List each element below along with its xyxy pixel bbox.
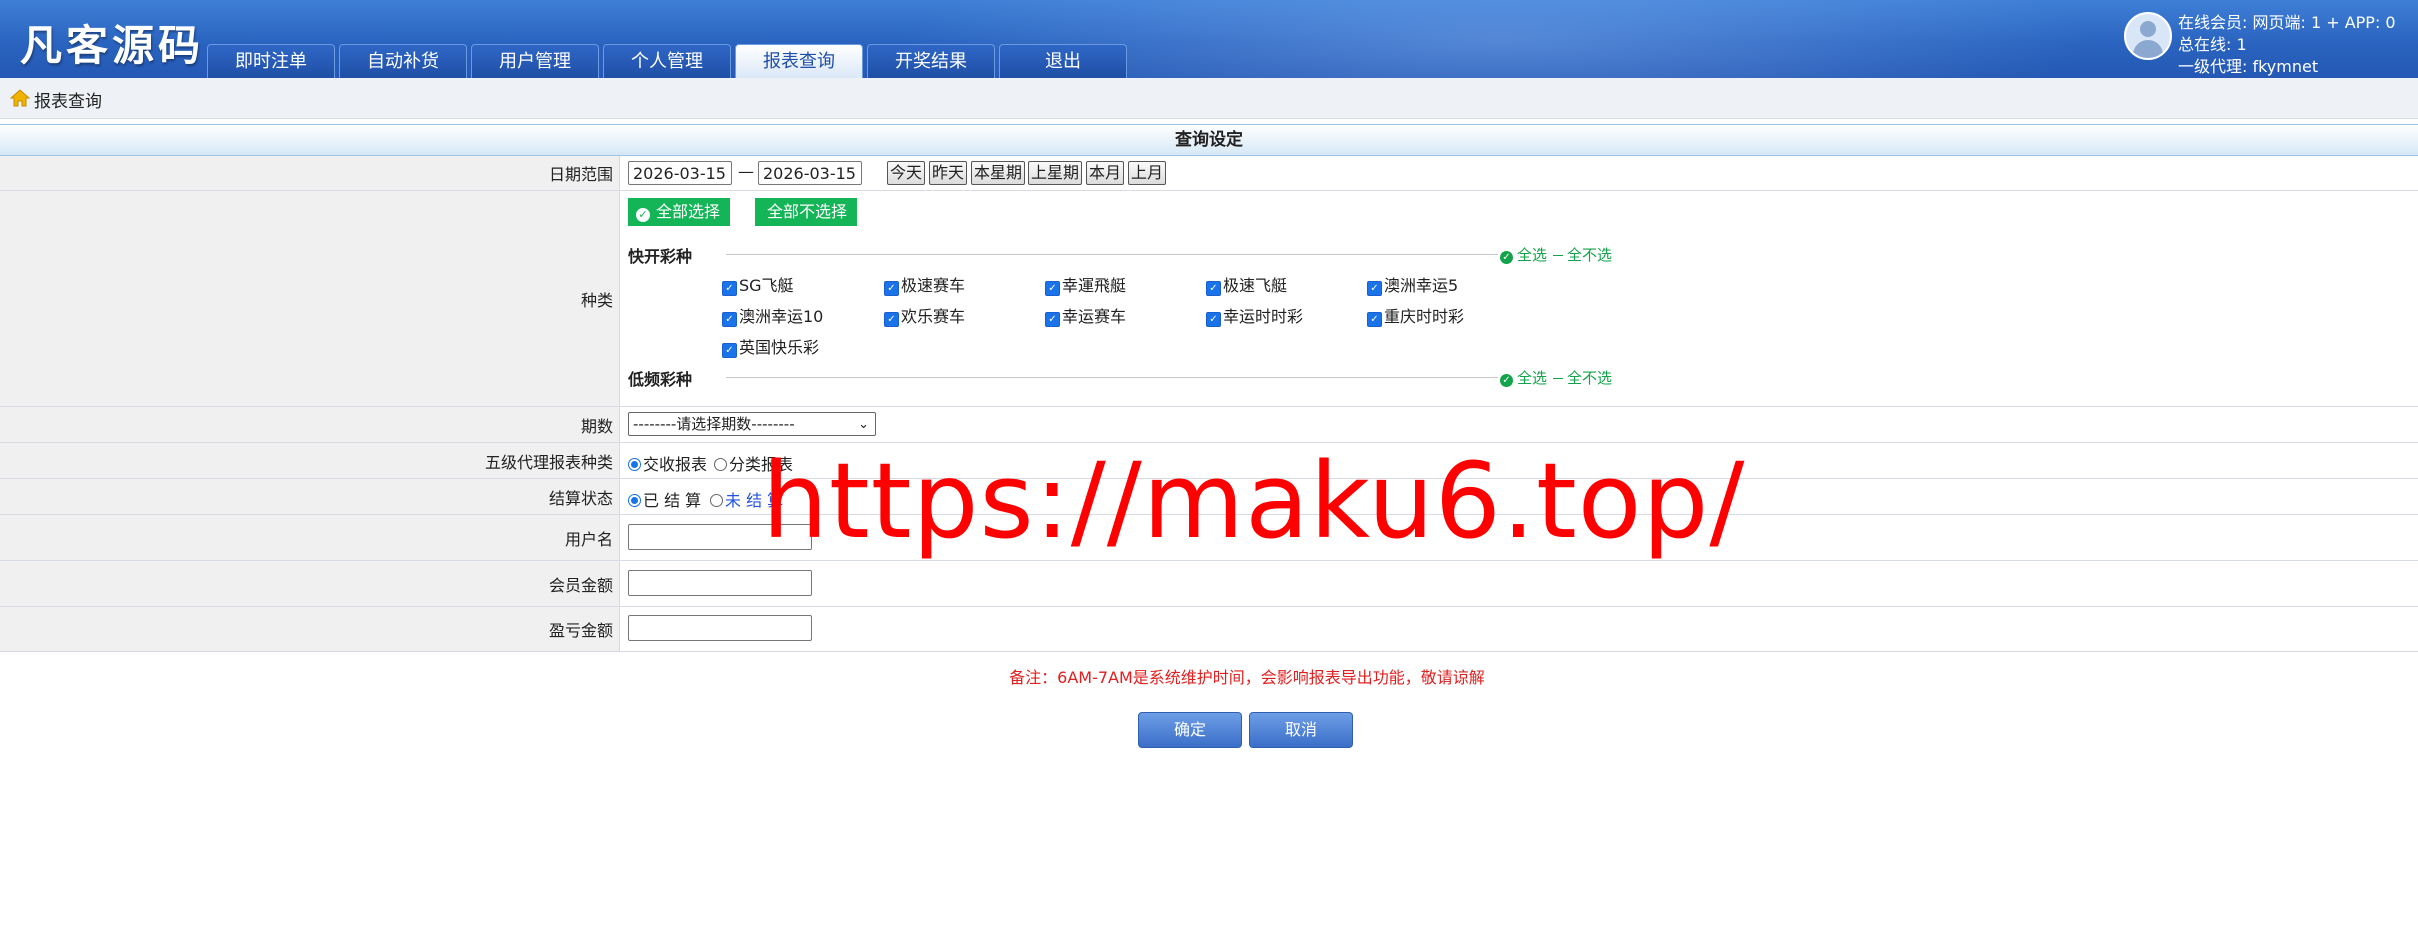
top-header: 凡客源码 即时注单 自动补货 用户管理 个人管理 报表查询 开奖结果 退出 在线…	[0, 0, 2418, 78]
lottery-checkbox[interactable]: ✓ 重庆时时彩	[1367, 303, 1464, 327]
username-label: 用户名	[0, 515, 620, 560]
nav-tab-personal-management[interactable]: 个人管理	[603, 44, 731, 78]
chevron-down-icon: ⌄	[858, 417, 869, 432]
report-type-radio-settlement[interactable]: 交收报表	[628, 451, 707, 475]
checkbox-checked-icon: ✓	[1367, 281, 1382, 296]
lottery-checkbox[interactable]: ✓ 幸運飛艇	[1045, 272, 1126, 296]
report-type-label: 五级代理报表种类	[0, 443, 620, 478]
group-low-select-none[interactable]: 全不选	[1547, 369, 1612, 387]
total-online-text: 总在线: 1	[2178, 35, 2247, 54]
date-range-label: 日期范围	[0, 156, 620, 190]
profit-amount-input[interactable]	[628, 615, 812, 641]
nav-tab-logout[interactable]: 退出	[999, 44, 1127, 78]
checkbox-checked-icon: ✓	[722, 312, 737, 327]
check-circle-icon: ✓	[636, 208, 650, 222]
member-amount-input[interactable]	[628, 570, 812, 596]
breadcrumb-label[interactable]: 报表查询	[34, 87, 102, 112]
profit-amount-row: 盈亏金额	[0, 607, 2418, 652]
group-low-select-all[interactable]: ✓ 全选	[1500, 369, 1547, 387]
type-row: 种类 ✓ 全部选择 全部不选择 快开彩种 ✓ 全选 全不选 ✓ SG飞艇 ✓ 极速赛车 ✓…	[0, 191, 2418, 407]
checkbox-checked-icon: ✓	[1045, 281, 1060, 296]
member-amount-label: 会员金额	[0, 561, 620, 606]
nav-tab-user-management[interactable]: 用户管理	[471, 44, 599, 78]
lottery-checkbox[interactable]: ✓ 澳洲幸运5	[1367, 272, 1458, 296]
lottery-checkbox[interactable]: ✓ 幸运赛车	[1045, 303, 1126, 327]
quick-yesterday-button[interactable]: 昨天	[929, 161, 968, 185]
agent-name-text: 一级代理: fkymnet	[2178, 57, 2319, 76]
checkbox-checked-icon: ✓	[1367, 312, 1382, 327]
quick-today-button[interactable]: 今天	[887, 161, 926, 185]
group-low-select-controls: ✓ 全选 全不选	[1500, 367, 1612, 388]
date-to-input[interactable]	[758, 161, 862, 185]
radio-empty-icon	[710, 494, 723, 507]
online-members-text: 在线会员: 网页端: 1 + APP: 0	[2178, 13, 2396, 32]
group-fast-select-all[interactable]: ✓ 全选	[1500, 246, 1547, 264]
group-divider	[726, 254, 1498, 255]
nav-tab-auto-replenish[interactable]: 自动补货	[339, 44, 467, 78]
cancel-button[interactable]: 取消	[1249, 712, 1353, 748]
settle-status-label: 结算状态	[0, 479, 620, 514]
group-title-low-frequency: 低频彩种	[628, 370, 693, 389]
confirm-button[interactable]: 确定	[1138, 712, 1242, 748]
period-select-value: --------请选择期数--------	[633, 415, 795, 433]
quick-this-month-button[interactable]: 本月	[1086, 161, 1125, 185]
watermark-url: https://maku6.top/	[762, 440, 1746, 562]
type-label: 种类	[0, 191, 620, 406]
lottery-checkbox[interactable]: ✓ 极速赛车	[884, 272, 965, 296]
lottery-checkbox[interactable]: ✓ 澳洲幸运10	[722, 303, 823, 327]
profit-amount-label: 盈亏金额	[0, 607, 620, 651]
date-separator: —	[738, 162, 754, 181]
quick-last-week-button[interactable]: 上星期	[1028, 161, 1083, 185]
radio-selected-icon	[628, 458, 641, 471]
period-row: 期数 --------请选择期数-------- ⌄	[0, 407, 2418, 443]
period-label: 期数	[0, 407, 620, 442]
lottery-checkbox[interactable]: ✓ 极速飞艇	[1206, 272, 1287, 296]
period-select[interactable]: --------请选择期数-------- ⌄	[628, 412, 876, 436]
date-from-input[interactable]	[628, 161, 732, 185]
user-avatar-icon	[2124, 12, 2172, 60]
quick-this-week-button[interactable]: 本星期	[971, 161, 1026, 185]
section-title: 查询设定	[0, 124, 2418, 156]
checkbox-checked-icon: ✓	[884, 281, 899, 296]
checkbox-checked-icon: ✓	[884, 312, 899, 327]
group-fast-select-controls: ✓ 全选 全不选	[1500, 244, 1612, 265]
site-logo: 凡客源码	[20, 21, 205, 70]
nav-tab-instant-bets[interactable]: 即时注单	[207, 44, 335, 78]
lottery-checkbox[interactable]: ✓ 欢乐赛车	[884, 303, 965, 327]
maintenance-note: 备注：6AM-7AM是系统维护时间，会影响报表导出功能，敬请谅解	[1009, 668, 1485, 687]
checkbox-checked-icon: ✓	[722, 343, 737, 358]
quick-last-month-button[interactable]: 上月	[1128, 161, 1167, 185]
group-divider	[726, 377, 1498, 378]
lottery-checkbox[interactable]: ✓ SG飞艇	[722, 272, 794, 296]
check-circle-icon: ✓	[1500, 251, 1513, 264]
checkbox-checked-icon: ✓	[1206, 281, 1221, 296]
home-icon[interactable]	[10, 88, 30, 108]
check-circle-icon: ✓	[1500, 374, 1513, 387]
radio-selected-icon	[628, 494, 641, 507]
select-all-button[interactable]: ✓ 全部选择	[628, 198, 731, 226]
settle-radio-settled[interactable]: 已 结 算	[628, 487, 701, 511]
nav-tab-report-query[interactable]: 报表查询	[735, 44, 863, 78]
group-title-fast-lottery: 快开彩种	[628, 247, 693, 266]
lottery-checkbox[interactable]: ✓ 幸运时时彩	[1206, 303, 1303, 327]
deselect-all-button[interactable]: 全部不选择	[755, 198, 858, 226]
radio-empty-icon	[714, 458, 727, 471]
nav-tab-draw-results[interactable]: 开奖结果	[867, 44, 995, 78]
member-amount-row: 会员金额	[0, 561, 2418, 607]
date-range-row: 日期范围 — 今天 昨天 本星期 上星期 本月 上月	[0, 156, 2418, 191]
checkbox-checked-icon: ✓	[722, 281, 737, 296]
breadcrumb: 报表查询	[0, 78, 2418, 119]
lottery-checkbox[interactable]: ✓ 英国快乐彩	[722, 334, 819, 358]
main-nav: 即时注单 自动补货 用户管理 个人管理 报表查询 开奖结果 退出	[207, 44, 1131, 78]
group-fast-select-none[interactable]: 全不选	[1547, 246, 1612, 264]
checkbox-checked-icon: ✓	[1206, 312, 1221, 327]
checkbox-checked-icon: ✓	[1045, 312, 1060, 327]
